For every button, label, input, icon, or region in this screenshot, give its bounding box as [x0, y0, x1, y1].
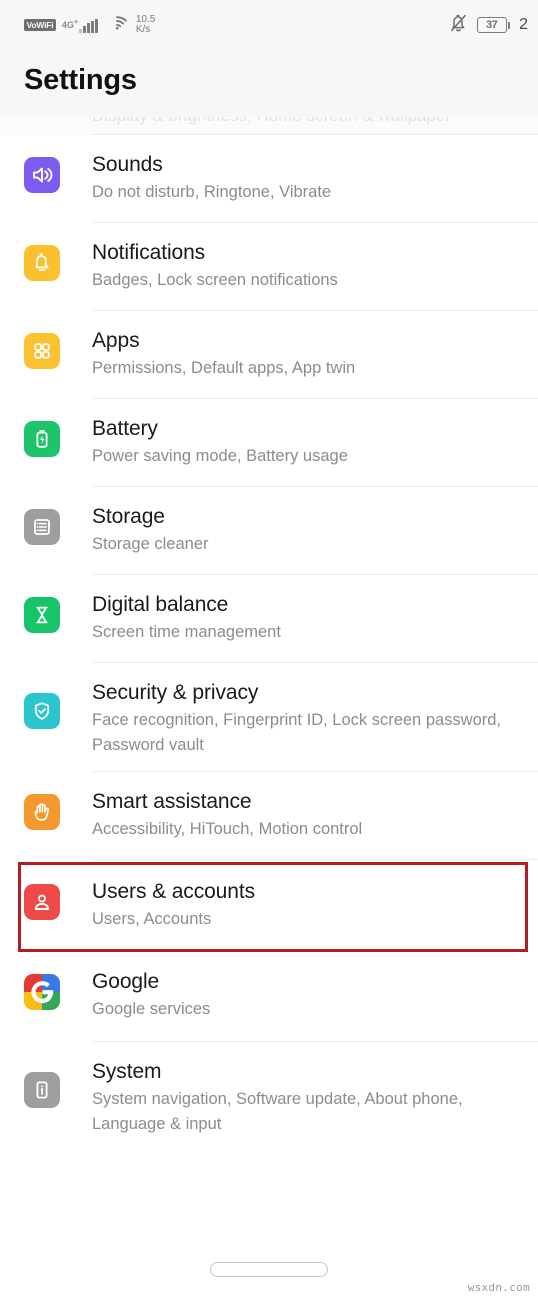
clock-fragment: 2: [519, 16, 528, 33]
list-item-storage[interactable]: Storage Storage cleaner: [0, 487, 538, 575]
row-body: Apps Permissions, Default apps, App twin: [92, 311, 518, 395]
row-body: Smart assistance Accessibility, HiTouch,…: [92, 772, 518, 856]
network-type-label: 4G+: [61, 17, 79, 30]
battery-bolt-icon: [24, 421, 60, 457]
row-subtitle: Users, Accounts: [92, 910, 212, 928]
settings-list: Display & brightness, Home screen & wall…: [0, 117, 538, 1155]
home-pill-icon[interactable]: [210, 1261, 328, 1277]
hourglass-icon: [24, 597, 60, 633]
row-icon-slot: [24, 884, 60, 920]
row-body: Security & privacy Face recognition, Fin…: [92, 663, 518, 772]
row-body: Google Google services: [92, 954, 518, 1036]
cellular-signal-group: 4G+: [62, 17, 98, 33]
list-item-smart-assistance[interactable]: Smart assistance Accessibility, HiTouch,…: [0, 772, 538, 860]
row-body: Notifications Badges, Lock screen notifi…: [92, 223, 518, 307]
battery-icon: 37: [476, 17, 511, 33]
list-item-security-privacy[interactable]: Security & privacy Face recognition, Fin…: [0, 663, 538, 772]
status-bar-right: 37 2: [449, 13, 528, 38]
row-icon-slot: [24, 597, 60, 633]
apps-grid-icon: [24, 333, 60, 369]
list-item-notifications[interactable]: Notifications Badges, Lock screen notifi…: [0, 223, 538, 311]
row-title: Security & privacy: [92, 681, 259, 704]
list-item-battery[interactable]: Battery Power saving mode, Battery usage: [0, 399, 538, 487]
page-header: Settings: [0, 50, 538, 117]
row-icon-slot: [24, 509, 60, 545]
row-title: Sounds: [92, 153, 163, 176]
speaker-icon: [24, 157, 60, 193]
row-icon-slot: [24, 333, 60, 369]
system-navigation-bar: [0, 1238, 538, 1300]
row-icon-slot: [24, 421, 60, 457]
row-subtitle: Storage cleaner: [92, 535, 209, 553]
row-subtitle: Google services: [92, 1000, 211, 1018]
phone-info-icon: [24, 1072, 60, 1108]
row-title: Digital balance: [92, 593, 229, 616]
row-title: Apps: [92, 329, 140, 352]
row-subtitle: Do not disturb, Ringtone, Vibrate: [92, 183, 332, 201]
status-bar-left: VoWiFi 4G+ 10.5 K/s: [24, 13, 156, 36]
row-icon-slot: [24, 974, 60, 1010]
row-title: System: [92, 1060, 162, 1083]
row-icon-slot: [24, 1072, 60, 1108]
row-subtitle: System navigation, Software update, Abou…: [92, 1090, 463, 1133]
row-body: Battery Power saving mode, Battery usage: [92, 399, 518, 483]
row-body: Sounds Do not disturb, Ringtone, Vibrate: [92, 135, 518, 219]
row-subtitle: Screen time management: [92, 623, 281, 641]
signal-bars-icon: [79, 19, 98, 33]
google-g-icon: [24, 974, 60, 1010]
row-subtitle: Badges, Lock screen notifications: [92, 271, 338, 289]
bell-muted-icon: [449, 13, 468, 38]
hand-icon: [24, 794, 60, 830]
row-title: Smart assistance: [92, 790, 252, 813]
row-subtitle: Permissions, Default apps, App twin: [92, 359, 356, 377]
shield-check-icon: [24, 693, 60, 729]
row-subtitle: Accessibility, HiTouch, Motion control: [92, 820, 363, 838]
person-icon: [24, 884, 60, 920]
row-subtitle: Face recognition, Fingerprint ID, Lock s…: [92, 711, 502, 754]
bell-icon: [24, 245, 60, 281]
wifi-icon: [107, 15, 127, 35]
row-subtitle: Power saving mode, Battery usage: [92, 447, 348, 465]
list-item-apps[interactable]: Apps Permissions, Default apps, App twin: [0, 311, 538, 399]
row-body: System System navigation, Software updat…: [92, 1042, 518, 1151]
row-icon-slot: [24, 693, 60, 729]
row-icon-slot: [24, 794, 60, 830]
row-body: Users & accounts Users, Accounts: [92, 860, 518, 946]
list-item-users-accounts[interactable]: Users & accounts Users, Accounts: [0, 860, 538, 954]
row-body: Storage Storage cleaner: [92, 487, 518, 571]
row-title: Notifications: [92, 241, 206, 264]
status-bar: VoWiFi 4G+ 10.5 K/s 37 2: [0, 0, 538, 50]
row-icon-slot: [24, 245, 60, 281]
storage-drive-icon: [24, 509, 60, 545]
list-item-sounds[interactable]: Sounds Do not disturb, Ringtone, Vibrate: [0, 135, 538, 223]
partial-row-label: Display & brightness, Home screen & wall…: [92, 117, 451, 126]
phone-screen: VoWiFi 4G+ 10.5 K/s 37 2 Settings Sounds…: [0, 0, 538, 1300]
vowifi-badge: VoWiFi: [24, 19, 56, 31]
row-icon-slot: [24, 157, 60, 193]
row-body: Digital balance Screen time management: [92, 575, 518, 659]
list-item-partial-scrolled[interactable]: Display & brightness, Home screen & wall…: [0, 117, 538, 135]
network-speed-indicator: 10.5 K/s: [135, 13, 156, 35]
list-item-google[interactable]: Google Google services: [0, 954, 538, 1042]
page-title: Settings: [24, 64, 137, 96]
row-title: Google: [92, 970, 160, 993]
row-title: Battery: [92, 417, 158, 440]
list-item-digital-balance[interactable]: Digital balance Screen time management: [0, 575, 538, 663]
list-item-system[interactable]: System System navigation, Software updat…: [0, 1042, 538, 1151]
row-title: Storage: [92, 505, 165, 528]
watermark: wsxdn.com: [467, 1281, 530, 1294]
row-title: Users & accounts: [92, 880, 255, 903]
